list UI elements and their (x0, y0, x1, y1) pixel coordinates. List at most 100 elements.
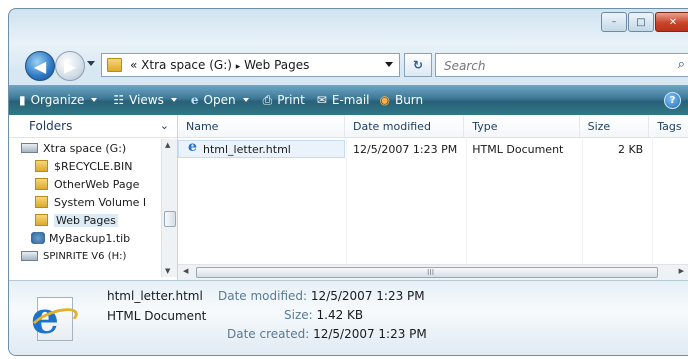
tree-item-web-pages[interactable]: Web Pages (9, 211, 161, 229)
date-modified-label: Date modified: (218, 289, 308, 303)
tree-item-label: SPINRITE V6 (H:) (43, 250, 127, 262)
files-horizontal-scrollbar[interactable]: ◀ III ▶ (178, 264, 688, 280)
burn-disc-icon: ◉ (379, 93, 390, 107)
breadcrumb-web-pages[interactable]: Web Pages (244, 58, 309, 72)
tree-item-mybackup[interactable]: MyBackup1.tib (9, 229, 161, 247)
drive-icon (21, 143, 38, 153)
tree-item-spinrite[interactable]: SPINRITE V6 (H:) (9, 247, 161, 265)
folders-header-label: Folders (29, 119, 73, 133)
folder-icon (35, 160, 48, 172)
folder-icon (35, 196, 48, 208)
caption-buttons: – □ ✕ (601, 12, 688, 32)
address-dropdown-icon[interactable] (385, 62, 393, 67)
details-size: Size: 1.42 KB (284, 308, 363, 322)
details-date-modified: Date modified: 12/5/2007 1:23 PM (218, 289, 425, 303)
search-icon[interactable]: ⌕ (678, 57, 685, 72)
views-dropdown-icon (170, 98, 177, 102)
refresh-icon: ↻ (412, 58, 424, 72)
open-button[interactable]: e Open (191, 93, 249, 107)
tree-item-system-volume[interactable]: System Volume I (9, 193, 161, 211)
minimize-button[interactable]: – (601, 12, 627, 32)
date-modified-value: 12/5/2007 1:23 PM (310, 289, 425, 303)
details-file-type: HTML Document (107, 309, 207, 323)
search-input[interactable] (442, 56, 666, 76)
tree-item-label: MyBackup1.tib (49, 231, 131, 245)
scroll-up-icon[interactable]: ▲ (165, 141, 170, 149)
details-pane: e html_letter.html HTML Document Date mo… (9, 280, 688, 355)
burn-label: Burn (394, 93, 424, 107)
views-button[interactable]: ☷ Views (113, 93, 177, 107)
chevron-down-icon[interactable]: ⌄ (160, 119, 169, 132)
forward-button[interactable]: ▶ (55, 51, 85, 81)
tree-item-xtra-space[interactable]: Xtra space (G:) (9, 139, 161, 157)
printer-icon: ⎙ (262, 92, 273, 107)
table-row[interactable]: html_letter.html 12/5/2007 1:23 PM HTML … (178, 140, 688, 158)
breadcrumb-overflow[interactable]: « (130, 58, 137, 72)
views-icon: ☷ (113, 93, 125, 107)
column-name[interactable]: Name (178, 115, 345, 137)
folders-vertical-scrollbar[interactable]: ▲ ▼ (161, 139, 177, 277)
back-arrow-icon: ◀ (33, 56, 47, 76)
file-name-cell[interactable]: html_letter.html (178, 140, 345, 158)
scroll-thumb[interactable] (164, 211, 176, 227)
search-box[interactable]: ⌕ (435, 53, 688, 77)
details-date-created: Date created: 12/5/2007 1:23 PM (227, 327, 427, 341)
envelope-icon: ✉ (316, 93, 327, 107)
column-divider (652, 137, 653, 265)
column-tags[interactable]: Tags (649, 115, 688, 137)
address-row: ◀ ▶ « Xtra space (G:) ▸ Web Pages ↻ ⌕ (15, 49, 688, 81)
command-bar: ▮ Organize ☷ Views e Open ⎙ Print ✉ E-mail ◉ B… (9, 85, 688, 115)
close-icon: ✕ (668, 16, 678, 28)
main-area: Folders ⌄ Xtra space (G:) $RECYCLE.BIN Ot… (9, 115, 688, 280)
recent-pages-dropdown[interactable] (87, 61, 95, 66)
organize-label: Organize (30, 93, 85, 107)
tree-item-otherweb-page[interactable]: OtherWeb Page (9, 175, 161, 193)
close-button[interactable]: ✕ (655, 12, 688, 32)
tree-item-label: $RECYCLE.BIN (54, 159, 133, 173)
folder-tree: Xtra space (G:) $RECYCLE.BIN OtherWeb Pa… (9, 139, 161, 265)
tree-item-label: Xtra space (G:) (43, 141, 127, 155)
folders-header[interactable]: Folders ⌄ (9, 115, 177, 138)
file-date-cell: 12/5/2007 1:23 PM (352, 142, 458, 156)
tree-item-label: Web Pages (54, 213, 118, 227)
organize-button[interactable]: ▮ Organize (19, 93, 98, 107)
scroll-thumb[interactable]: III (196, 267, 658, 278)
breadcrumb: « Xtra space (G:) ▸ Web Pages (130, 58, 309, 72)
refresh-button[interactable]: ↻ (404, 53, 432, 77)
file-tags-cell (649, 140, 688, 158)
column-type[interactable]: Type (464, 115, 580, 137)
ie-open-icon: e (190, 93, 199, 107)
burn-button[interactable]: ◉ Burn (379, 93, 423, 107)
column-divider (466, 137, 467, 265)
back-button[interactable]: ◀ (25, 51, 55, 81)
tree-item-label: System Volume I (54, 195, 147, 209)
maximize-button[interactable]: □ (628, 12, 654, 32)
file-type-cell: HTML Document (472, 142, 564, 156)
breadcrumb-separator-icon[interactable]: ▸ (236, 62, 241, 72)
forward-arrow-icon: ▶ (63, 56, 77, 76)
email-button[interactable]: ✉ E-mail (317, 93, 370, 107)
html-document-icon: e (27, 295, 81, 343)
help-button[interactable]: ? (664, 92, 681, 109)
breadcrumb-drive[interactable]: Xtra space (G:) (141, 58, 232, 72)
column-size[interactable]: Size (580, 115, 650, 137)
tree-item-recycle-bin[interactable]: $RECYCLE.BIN (9, 157, 161, 175)
html-file-icon (187, 141, 199, 155)
file-size-cell: 2 KB (617, 142, 644, 156)
backup-file-icon (31, 232, 45, 244)
file-name: html_letter.html (203, 142, 291, 156)
scroll-down-icon[interactable]: ▼ (165, 267, 170, 275)
open-dropdown-icon (242, 98, 249, 102)
scroll-left-icon[interactable]: ◀ (183, 267, 188, 275)
date-created-value: 12/5/2007 1:23 PM (313, 327, 427, 341)
print-label: Print (277, 93, 305, 107)
date-created-label: Date created: (227, 327, 310, 341)
print-button[interactable]: ⎙ Print (263, 93, 305, 108)
file-list: Name Date modified Type Size Tags html_l… (178, 115, 688, 280)
views-label: Views (129, 93, 164, 107)
address-bar[interactable]: « Xtra space (G:) ▸ Web Pages (101, 53, 400, 77)
open-label: Open (203, 93, 236, 107)
scroll-right-icon[interactable]: ▶ (679, 267, 684, 275)
column-date-modified[interactable]: Date modified (345, 115, 465, 137)
column-divider (346, 137, 347, 265)
